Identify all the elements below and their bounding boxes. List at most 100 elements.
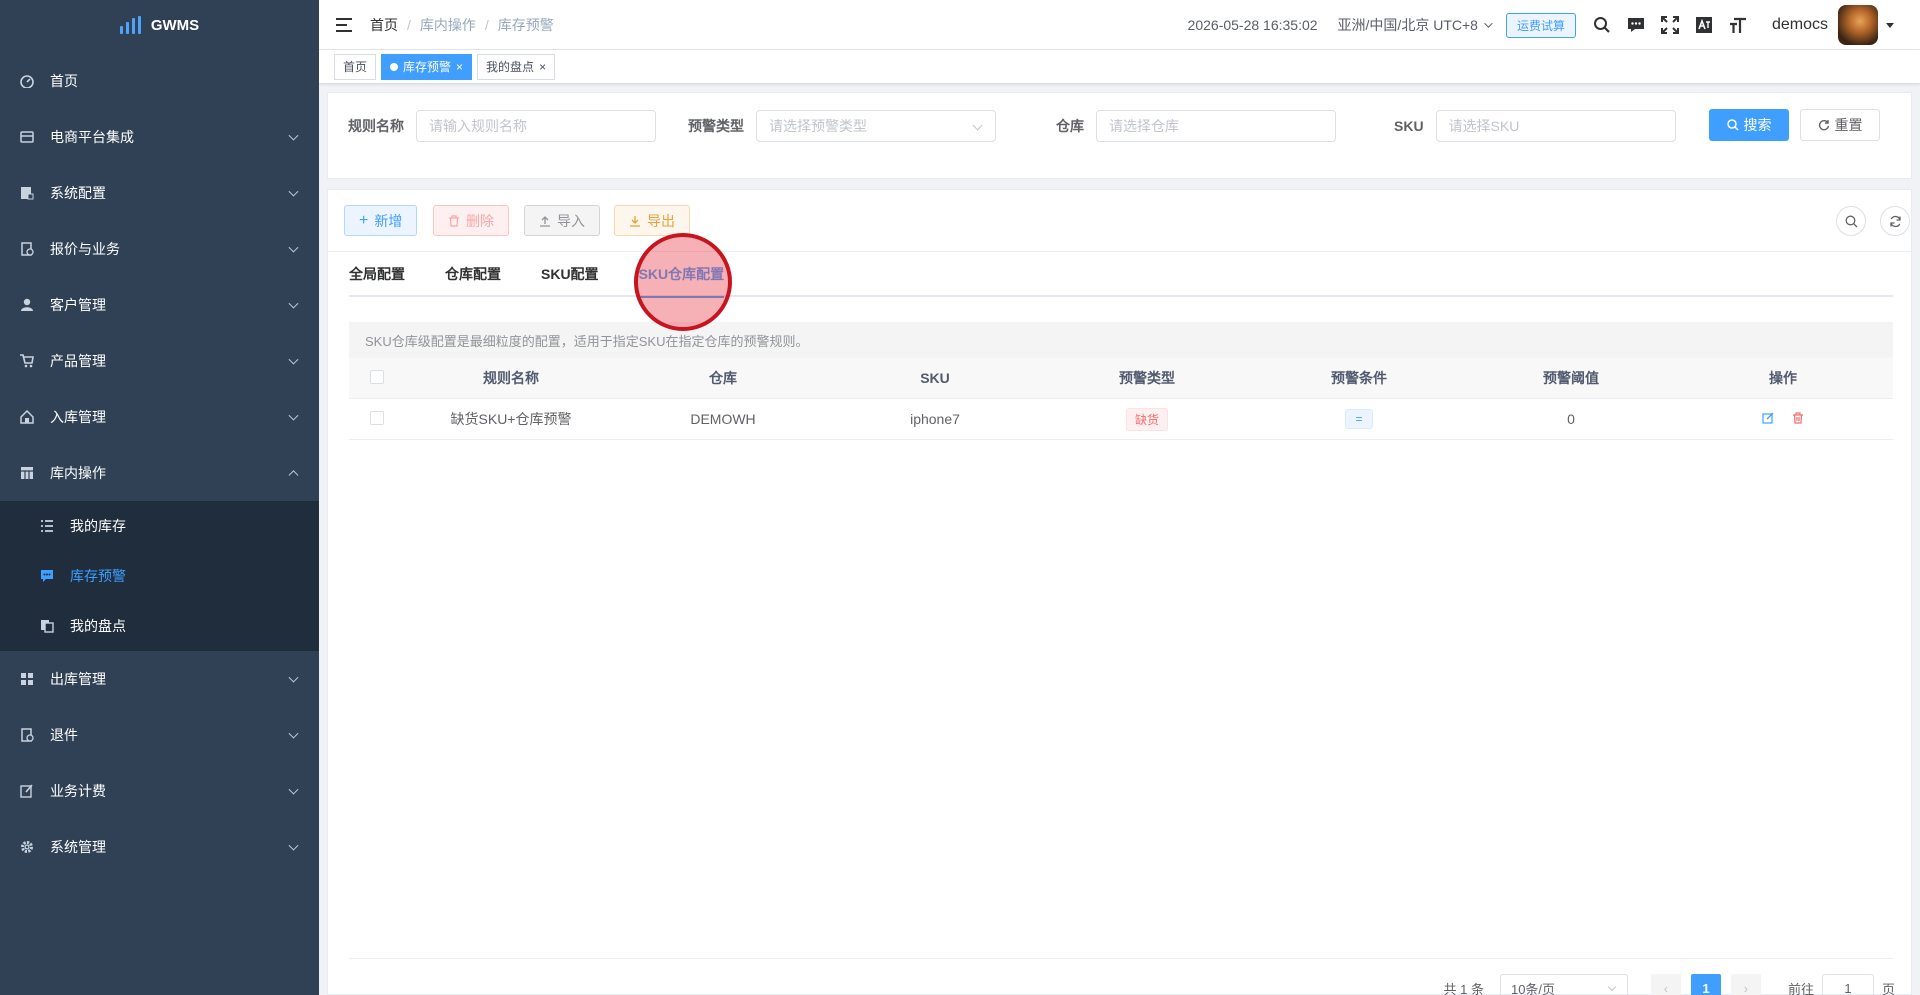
column-header[interactable]: 预警条件 (1253, 368, 1465, 388)
tag-inventory-alert[interactable]: 库存预警 × (381, 53, 473, 80)
select-all-checkbox[interactable] (370, 369, 384, 384)
sidebar-item-label: 首页 (50, 73, 78, 89)
delete-icon[interactable] (1792, 412, 1804, 424)
tag-my-stocktake[interactable]: 我的盘点 × (477, 53, 556, 80)
tab-sku-warehouse-config[interactable]: SKU仓库配置 (638, 251, 724, 298)
refresh-button[interactable] (1880, 206, 1910, 236)
condition-cell: = (1253, 409, 1465, 429)
delete-button[interactable]: 删除 (433, 205, 509, 236)
column-header[interactable]: 规则名称 (405, 368, 617, 388)
breadcrumb-warehouse-ops: 库内操作 (419, 16, 476, 33)
chevron-down-icon (288, 242, 299, 253)
import-button-label: 导入 (557, 212, 585, 229)
chevron-down-icon (288, 354, 299, 365)
font-size-icon[interactable] (1728, 15, 1748, 35)
fullscreen-icon[interactable] (1660, 15, 1680, 35)
close-icon[interactable]: × (456, 60, 463, 74)
sidebar-item-billing[interactable]: 业务计费 (0, 763, 319, 819)
reset-button[interactable]: 重置 (1800, 109, 1880, 141)
search-button-label: 搜索 (1743, 117, 1772, 133)
column-header[interactable]: 仓库 (617, 368, 829, 388)
add-button[interactable]: + 新增 (344, 205, 418, 236)
hamburger-icon[interactable] (336, 17, 352, 32)
tab-warehouse-config[interactable]: 仓库配置 (445, 251, 501, 296)
sidebar-item-system-admin[interactable]: 系统管理 (0, 819, 319, 875)
message-icon[interactable] (1626, 15, 1646, 35)
column-header[interactable]: 预警类型 (1041, 368, 1253, 388)
sidebar-item-home[interactable]: 首页 (0, 53, 319, 109)
next-page-button[interactable]: › (1730, 974, 1761, 995)
sidebar-item-system-config[interactable]: 系统配置 (0, 165, 319, 221)
export-button-label: 导出 (647, 212, 675, 229)
search-icon (1845, 215, 1857, 227)
sidebar-item-quote[interactable]: 报价与业务 (0, 221, 319, 277)
sidebar-item-my-inventory[interactable]: 我的库存 (0, 501, 319, 551)
sidebar-item-warehouse-ops[interactable]: 库内操作 (0, 445, 319, 501)
rule-name-input[interactable]: 请输入规则名称 (416, 110, 656, 142)
sku-select[interactable]: 请选择SKU (1435, 110, 1676, 142)
freight-calc-button[interactable]: 运费试算 (1505, 12, 1576, 38)
sku-label: SKU (1394, 118, 1424, 134)
goto-page-input[interactable]: 1 (1821, 974, 1874, 995)
sidebar-item-label: 客户管理 (50, 297, 106, 313)
sidebar-item-label: 产品管理 (50, 353, 106, 369)
edit-icon[interactable] (1762, 412, 1774, 424)
timezone-select[interactable]: 亚洲/中国/北京 UTC+8 (1338, 15, 1493, 35)
search-icon[interactable] (1592, 15, 1612, 35)
reset-button-label: 重置 (1834, 117, 1863, 133)
sidebar-item-returns[interactable]: 退件 (0, 707, 319, 763)
row-select-cell (349, 410, 405, 428)
return-icon (20, 728, 34, 742)
sidebar-item-product[interactable]: 产品管理 (0, 333, 319, 389)
upload-icon (540, 215, 550, 227)
sidebar-item-label: 出库管理 (50, 671, 106, 687)
warehouse-field: 仓库 请选择仓库 (1056, 110, 1336, 142)
caret-down-icon[interactable] (1886, 22, 1894, 28)
sidebar-item-inventory-alert[interactable]: 库存预警 (0, 551, 319, 601)
sku-cell: iphone7 (910, 411, 960, 427)
table-row[interactable]: 缺货SKU+仓库预警 DEMOWH iphone7 缺货 = 0 (349, 399, 1893, 440)
warehouse-select[interactable]: 请选择仓库 (1096, 110, 1336, 142)
sidebar-item-outbound[interactable]: 出库管理 (0, 651, 319, 707)
chevron-down-icon (288, 728, 299, 739)
user-icon (20, 298, 34, 312)
username[interactable]: democs (1772, 16, 1828, 34)
avatar[interactable] (1838, 5, 1878, 45)
export-button[interactable]: 导出 (614, 205, 690, 236)
active-dot-icon (390, 62, 399, 71)
sidebar-item-my-stocktake[interactable]: 我的盘点 (0, 601, 319, 651)
translate-icon[interactable] (1694, 15, 1714, 35)
row-checkbox[interactable] (370, 410, 384, 425)
tag-home[interactable]: 首页 (334, 53, 377, 80)
search-button[interactable]: 搜索 (1709, 109, 1789, 141)
sidebar-item-customer[interactable]: 客户管理 (0, 277, 319, 333)
chevron-up-icon (288, 470, 299, 481)
import-button[interactable]: 导入 (524, 205, 600, 236)
sidebar-item-label: 我的盘点 (70, 618, 126, 634)
tab-global-config[interactable]: 全局配置 (349, 251, 405, 296)
prev-page-button[interactable]: ‹ (1650, 974, 1681, 995)
app-name: GWMS (150, 16, 200, 34)
condition-badge: = (1345, 409, 1373, 429)
close-icon[interactable]: × (539, 60, 546, 74)
sidebar-item-ecommerce[interactable]: 电商平台集成 (0, 109, 319, 165)
page-number-current[interactable]: 1 (1690, 974, 1721, 995)
sidebar-item-inbound[interactable]: 入库管理 (0, 389, 319, 445)
search-icon (1726, 119, 1739, 131)
config-tabs: 全局配置 仓库配置 SKU配置 SKU仓库配置 (349, 251, 1893, 298)
rule-name-field: 规则名称 请输入规则名称 (348, 110, 656, 142)
column-header: 操作 (1769, 370, 1797, 386)
home-icon (20, 410, 34, 424)
app-logo[interactable]: GWMS (0, 0, 319, 50)
alert-type-placeholder: 请选择预警类型 (769, 118, 867, 134)
column-header[interactable]: SKU (829, 370, 1041, 386)
column-header[interactable]: 预警阈值 (1465, 368, 1677, 388)
toggle-search-button[interactable] (1836, 206, 1866, 236)
breadcrumb-home[interactable]: 首页 (370, 15, 398, 35)
page-size-select[interactable]: 10条/页 (1499, 974, 1628, 995)
alert-type-select[interactable]: 请选择预警类型 (756, 110, 996, 142)
tab-sku-config[interactable]: SKU配置 (541, 251, 599, 296)
tag-label: 首页 (343, 60, 368, 74)
goto-label: 前往 (1787, 981, 1814, 995)
message-icon (40, 569, 54, 583)
